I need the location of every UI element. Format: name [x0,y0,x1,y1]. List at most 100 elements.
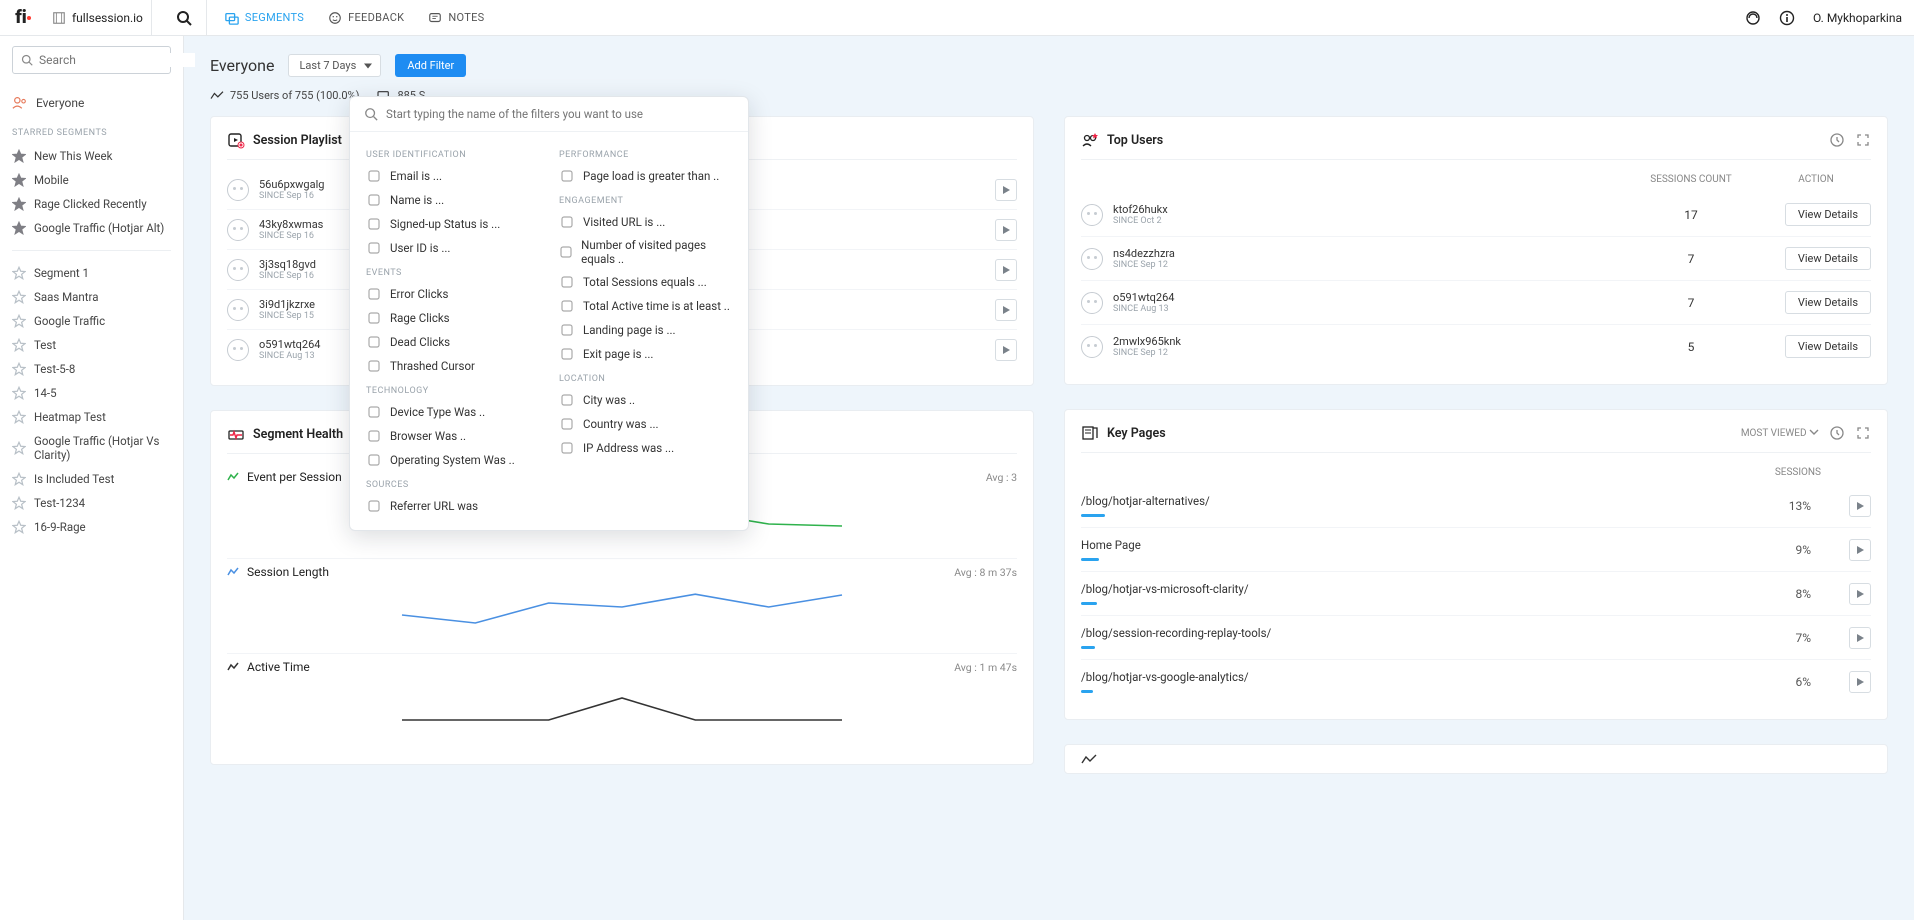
filter-option[interactable]: Landing page is ... [559,318,732,342]
play-button[interactable] [1849,495,1871,517]
filter-option[interactable]: Number of visited pages equals .. [559,234,732,270]
view-details-button[interactable]: View Details [1785,291,1871,314]
site-selector[interactable]: fullsession.io [44,0,152,36]
filter-option[interactable]: IP Address was ... [559,436,732,460]
page-bar [1081,690,1093,693]
sidebar-segment-item[interactable]: Heatmap Test [12,405,171,429]
sidebar-starred-item[interactable]: Google Traffic (Hotjar Alt) [12,216,171,240]
nav-label: NOTES [448,11,484,24]
global-search-button[interactable] [162,0,207,36]
play-button[interactable] [995,219,1017,241]
filter-option[interactable]: Page load is greater than .. [559,164,732,188]
face-icon [1081,292,1103,314]
filter-option[interactable]: Country was ... [559,412,732,436]
bell-icon[interactable] [1745,10,1761,26]
sidebar-segment-item[interactable]: Test-5-8 [12,357,171,381]
filter-option[interactable]: Email is ... [366,164,539,188]
search-input[interactable] [39,53,195,67]
filter-item-label: Email is ... [390,169,442,183]
sidebar-starred-item[interactable]: New This Week [12,144,171,168]
play-button[interactable] [995,339,1017,361]
session-id: 56u6pxwgalg [259,178,324,191]
view-details-button[interactable]: View Details [1785,247,1871,270]
play-button[interactable] [1849,671,1871,693]
top-user-row: 2mwlx965knk SINCE Sep 12 5 View Details [1081,325,1871,368]
sidebar-item-label: 16-9-Rage [34,520,86,534]
play-button[interactable] [1849,627,1871,649]
expand-icon[interactable] [1855,425,1871,441]
clock-icon[interactable] [1829,132,1845,148]
session-since: SINCE Aug 13 [259,351,320,361]
expand-icon[interactable] [1855,132,1871,148]
play-icon [1857,634,1864,642]
clock-icon[interactable] [1829,425,1845,441]
sidebar-segment-item[interactable]: Google Traffic (Hotjar Vs Clarity) [12,429,171,467]
nav-feedback[interactable]: FEEDBACK [328,11,404,25]
sidebar-segment-item[interactable]: Test [12,333,171,357]
session-id: 3j3sq18gvd [259,258,316,271]
filter-option[interactable]: Rage Clicks [366,306,539,330]
filter-search-input[interactable] [386,107,734,121]
panel-title: Segment Health [253,427,343,442]
sidebar-segment-item[interactable]: Segment 1 [12,261,171,285]
filter-item-label: Country was ... [583,417,659,431]
sidebar-item-label: New This Week [34,149,112,163]
sidebar-segment-item[interactable]: Is Included Test [12,467,171,491]
play-button[interactable] [1849,539,1871,561]
nav-segments[interactable]: SEGMENTS [225,11,304,25]
user-name[interactable]: O. Mykhoparkina [1813,11,1902,25]
sidebar-segment-item[interactable]: Test-1234 [12,491,171,515]
filter-option[interactable]: Signed-up Status is ... [366,212,539,236]
filter-option[interactable]: Error Clicks [366,282,539,306]
filter-option[interactable]: Dead Clicks [366,330,539,354]
filter-option[interactable]: City was .. [559,388,732,412]
filter-option[interactable]: Referrer URL was [366,494,539,518]
filter-option[interactable]: Thrashed Cursor [366,354,539,378]
user-session-count: 7 [1621,296,1761,310]
play-button[interactable] [995,299,1017,321]
add-filter-button[interactable]: Add Filter [395,54,466,77]
sidebar-search[interactable] [12,46,171,74]
filter-item-icon [366,498,382,514]
nav-notes[interactable]: NOTES [428,11,484,25]
filter-item-label: IP Address was ... [583,441,674,455]
user-session-count: 5 [1621,340,1761,354]
filter-option[interactable]: Total Active time is at least .. [559,294,732,318]
filter-option[interactable]: User ID is ... [366,236,539,260]
key-page-row: /blog/hotjar-vs-google-analytics/ 6% [1081,660,1871,703]
filter-option[interactable]: Total Sessions equals ... [559,270,732,294]
logo[interactable]: fi [12,7,34,29]
play-button[interactable] [995,259,1017,281]
filter-option[interactable]: Visited URL is ... [559,210,732,234]
filter-option[interactable]: Exit page is ... [559,342,732,366]
sidebar-segment-item[interactable]: 16-9-Rage [12,515,171,539]
view-details-button[interactable]: View Details [1785,335,1871,358]
segment-header: Everyone Last 7 Days Add Filter [210,54,1888,77]
view-details-button[interactable]: View Details [1785,203,1871,226]
star-icon [12,221,26,235]
page-percent: 9% [1721,543,1811,557]
filter-option[interactable]: Device Type Was .. [366,400,539,424]
session-id: 3i9d1jkzrxe [259,298,315,311]
metric-avg: Avg : 3 [986,471,1017,484]
filter-category: ENGAGEMENT [559,196,732,206]
filter-item-icon [366,192,382,208]
sidebar-segment-item[interactable]: Google Traffic [12,309,171,333]
sidebar-everyone[interactable]: Everyone [12,96,171,110]
sidebar-starred-item[interactable]: Mobile [12,168,171,192]
play-icon [1857,502,1864,510]
date-range-select[interactable]: Last 7 Days [288,54,381,77]
chart-icon [1081,753,1097,767]
play-button[interactable] [995,179,1017,201]
filter-option[interactable]: Name is ... [366,188,539,212]
sidebar-segment-item[interactable]: Saas Mantra [12,285,171,309]
sidebar-segment-item[interactable]: 14-5 [12,381,171,405]
sidebar-starred-item[interactable]: Rage Clicked Recently [12,192,171,216]
info-icon[interactable] [1779,10,1795,26]
sort-select[interactable]: MOST VIEWED [1741,428,1819,439]
filter-option[interactable]: Browser Was .. [366,424,539,448]
filter-option[interactable]: Operating System Was .. [366,448,539,472]
filter-item-label: Thrashed Cursor [390,359,475,373]
key-page-row: /blog/hotjar-alternatives/ 13% [1081,484,1871,528]
play-button[interactable] [1849,583,1871,605]
